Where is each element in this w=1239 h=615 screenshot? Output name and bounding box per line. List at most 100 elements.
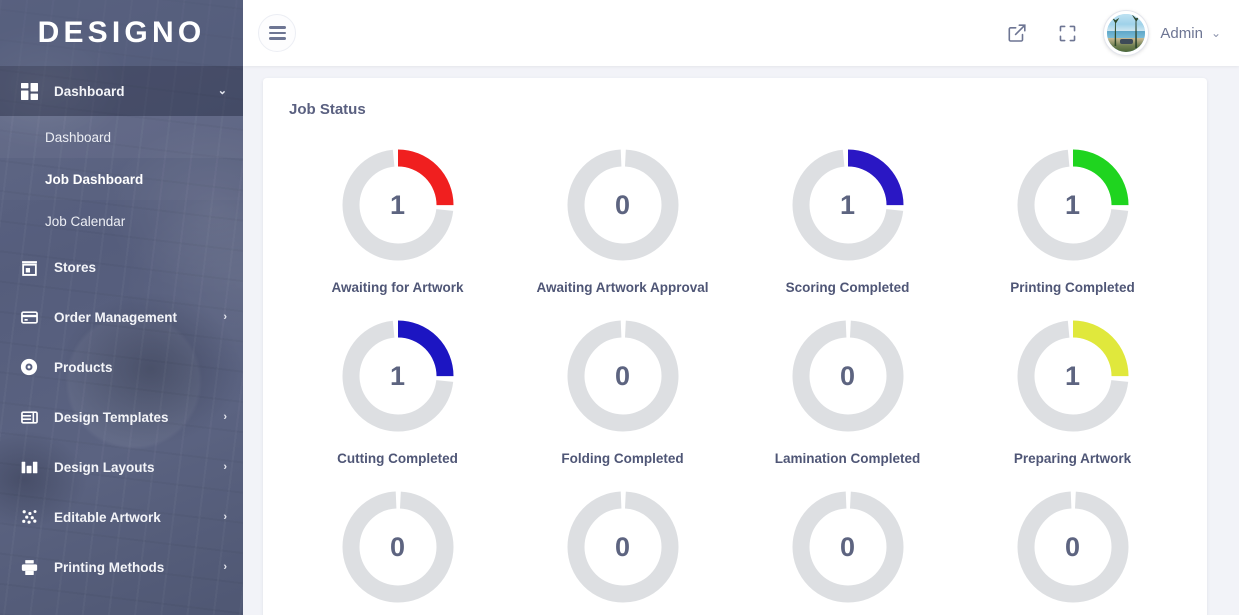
sidebar-item-design-layouts[interactable]: Design Layouts ›: [0, 442, 243, 492]
main-content: Job Status 1 Awaiting for Artwork 0 Awaitin…: [243, 66, 1239, 615]
avatar-sea: [1107, 30, 1146, 38]
job-status-gauge[interactable]: 0 Awaiting Artwork Approval: [510, 124, 735, 295]
job-status-gauge[interactable]: 0: [510, 466, 735, 615]
donut-chart: 1: [339, 146, 457, 264]
sidebar-item-label: Editable Artwork: [54, 509, 161, 525]
fullscreen-icon[interactable]: [1054, 20, 1080, 46]
gauge-label: Scoring Completed: [785, 280, 910, 295]
gauge-value: 0: [389, 531, 406, 562]
job-status-gauge[interactable]: 1 Scoring Completed: [735, 124, 960, 295]
layout-icon: [18, 456, 40, 478]
gauge-value: 1: [389, 189, 406, 220]
gauge-value: 1: [1064, 360, 1081, 391]
sidebar-item-label: Printing Methods: [54, 559, 165, 575]
sidebar-item-printing-methods[interactable]: Printing Methods ›: [0, 542, 243, 592]
credit-card-icon: [18, 306, 40, 328]
gauge-value: 0: [839, 531, 856, 562]
job-status-gauge-grid: 1 Awaiting for Artwork 0 Awaiting Artwork A…: [285, 124, 1185, 615]
gauge-value: 0: [614, 531, 631, 562]
sidebar-item-label: Dashboard: [54, 83, 125, 99]
sidebar-item-order-management[interactable]: Order Management ›: [0, 292, 243, 342]
sidebar-subitem-label: Job Calendar: [45, 213, 126, 229]
brand-logo[interactable]: DESIGNO: [0, 0, 243, 66]
sidebar-item-dashboard[interactable]: Dashboard ⌄: [0, 66, 243, 116]
sidebar-item-label: Design Layouts: [54, 459, 155, 475]
sidebar-item-products[interactable]: Products: [0, 342, 243, 392]
gauge-value: 1: [1064, 189, 1081, 220]
sidebar-subitem-job-dashboard[interactable]: Job Dashboard: [0, 158, 243, 200]
sidebar-subitem-label: Dashboard: [45, 129, 112, 145]
user-avatar[interactable]: [1104, 11, 1149, 55]
donut-chart: 1: [1014, 146, 1132, 264]
sidebar-item-design-templates[interactable]: Design Templates ›: [0, 392, 243, 442]
app-root: DESIGNO Dashboard ⌄ Dashboard Job Dashbo…: [0, 0, 1239, 615]
donut-chart: 0: [1014, 488, 1132, 606]
menu-line: [268, 37, 286, 40]
chevron-right-icon: ›: [223, 460, 227, 473]
job-status-gauge[interactable]: 0 Folding Completed: [510, 295, 735, 466]
gauge-label: Preparing Artwork: [1013, 451, 1132, 466]
donut-chart: 0: [564, 146, 682, 264]
avatar-car: [1120, 39, 1134, 44]
sidebar-subitem-job-calendar[interactable]: Job Calendar: [0, 200, 243, 242]
job-status-gauge[interactable]: 1 Awaiting for Artwork: [285, 124, 510, 295]
menu-line: [268, 26, 286, 29]
gauge-label: Awaiting Artwork Approval: [536, 280, 709, 295]
external-link-icon[interactable]: [1004, 20, 1030, 46]
menu-line: [268, 31, 286, 35]
donut-chart: 1: [1014, 317, 1132, 435]
sidebar-item-editable-artwork[interactable]: Editable Artwork ›: [0, 492, 243, 542]
job-status-gauge[interactable]: 1 Printing Completed: [960, 124, 1185, 295]
donut-chart: 1: [339, 317, 457, 435]
sidebar-item-stores[interactable]: Stores: [0, 242, 243, 292]
store-icon: [18, 256, 40, 278]
dashboard-grid-icon: [18, 80, 40, 102]
donut-chart: 0: [564, 488, 682, 606]
job-status-gauge[interactable]: 0: [285, 466, 510, 615]
chevron-right-icon: ›: [223, 310, 227, 323]
printer-icon: [18, 556, 40, 578]
sidebar-item-label: Design Templates: [54, 409, 169, 425]
gauge-label: Folding Completed: [561, 451, 684, 466]
chevron-right-icon: ›: [223, 410, 227, 423]
chevron-down-icon: ⌄: [217, 84, 227, 97]
page-title: Job Status: [289, 101, 366, 118]
job-status-gauge[interactable]: 0: [735, 466, 960, 615]
job-status-gauge[interactable]: 0 Lamination Completed: [735, 295, 960, 466]
gauge-value: 0: [614, 360, 631, 391]
sidebar: DESIGNO Dashboard ⌄ Dashboard Job Dashbo…: [0, 0, 243, 615]
template-icon: [18, 406, 40, 428]
sidebar-item-label: Order Management: [54, 309, 178, 325]
donut-chart: 0: [339, 488, 457, 606]
donut-chart: 1: [789, 146, 907, 264]
sidebar-submenu-dashboard: Dashboard Job Dashboard Job Calendar: [0, 116, 243, 242]
job-status-gauge[interactable]: 0: [960, 466, 1185, 615]
chevron-right-icon: ›: [223, 560, 227, 573]
gauge-label: Printing Completed: [1010, 280, 1135, 295]
brand-name: DESIGNO: [37, 16, 206, 49]
username-label[interactable]: Admin: [1160, 25, 1203, 42]
job-status-card: Job Status 1 Awaiting for Artwork 0 Awaitin…: [263, 78, 1207, 615]
dots-scatter-icon: [18, 506, 40, 528]
gauge-value: 1: [839, 189, 856, 220]
gauge-label: Cutting Completed: [337, 451, 458, 466]
gauge-value: 0: [614, 189, 631, 220]
chevron-right-icon: ›: [223, 510, 227, 523]
sidebar-item-label: Stores: [54, 259, 97, 275]
sidebar-subitem-label: Job Dashboard: [45, 171, 144, 187]
sidebar-item-label: Products: [54, 359, 113, 375]
sidebar-subitem-dashboard[interactable]: Dashboard: [0, 116, 243, 158]
donut-chart: 0: [564, 317, 682, 435]
donut-chart: 0: [789, 317, 907, 435]
gauge-value: 1: [389, 360, 406, 391]
top-navbar: Admin ⌄: [243, 0, 1239, 66]
menu-toggle-button[interactable]: [258, 14, 296, 52]
job-status-gauge[interactable]: 1 Preparing Artwork: [960, 295, 1185, 466]
disc-icon: [18, 356, 40, 378]
chevron-down-icon[interactable]: ⌄: [1211, 26, 1221, 40]
gauge-value: 0: [1064, 531, 1081, 562]
gauge-label: Awaiting for Artwork: [331, 280, 464, 295]
gauge-value: 0: [839, 360, 856, 391]
gauge-label: Lamination Completed: [774, 451, 921, 466]
job-status-gauge[interactable]: 1 Cutting Completed: [285, 295, 510, 466]
